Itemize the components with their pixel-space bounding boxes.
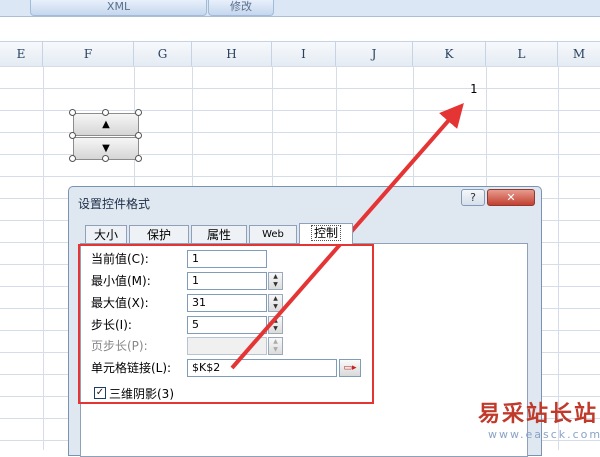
- tab-control-label: 控制: [310, 225, 341, 241]
- watermark-url: www.easck.com: [488, 428, 600, 441]
- tab-control[interactable]: 控制: [299, 223, 353, 244]
- watermark-logo: 易采站长站: [478, 401, 599, 427]
